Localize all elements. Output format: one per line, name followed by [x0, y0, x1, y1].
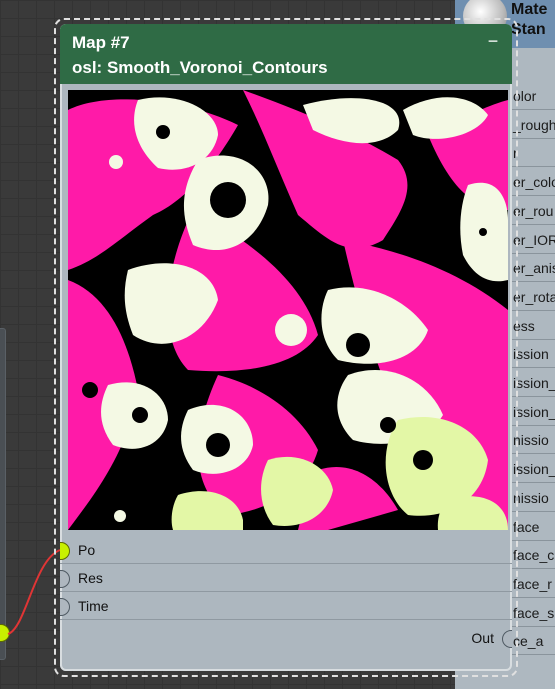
right-node-title-line1: Mate	[511, 1, 548, 18]
voronoi-preview-image	[68, 90, 508, 530]
output-socket[interactable]	[502, 630, 512, 648]
left-node-partial[interactable]	[0, 328, 6, 660]
map-node-title: Map #7	[72, 33, 130, 52]
output-row[interactable]: Out	[60, 624, 512, 652]
map-node-header[interactable]: Map #7 osl: Smooth_Voronoi_Contours −	[60, 24, 512, 84]
input-row-time[interactable]: Time	[60, 592, 512, 620]
input-label-po: Po	[78, 542, 96, 558]
map-node[interactable]: Map #7 osl: Smooth_Voronoi_Contours − Po…	[60, 24, 512, 671]
input-row-po[interactable]: Po	[60, 536, 512, 564]
input-label-res: Res	[78, 570, 103, 586]
input-row-res[interactable]: Res	[60, 564, 512, 592]
output-label: Out	[471, 630, 494, 646]
input-socket-res[interactable]	[60, 570, 70, 588]
map-node-subtitle: osl: Smooth_Voronoi_Contours	[72, 58, 328, 77]
map-preview	[68, 90, 508, 530]
input-label-time: Time	[78, 598, 109, 614]
input-socket-time[interactable]	[60, 598, 70, 616]
input-socket-po[interactable]	[60, 542, 70, 560]
collapse-icon[interactable]: −	[486, 32, 500, 50]
